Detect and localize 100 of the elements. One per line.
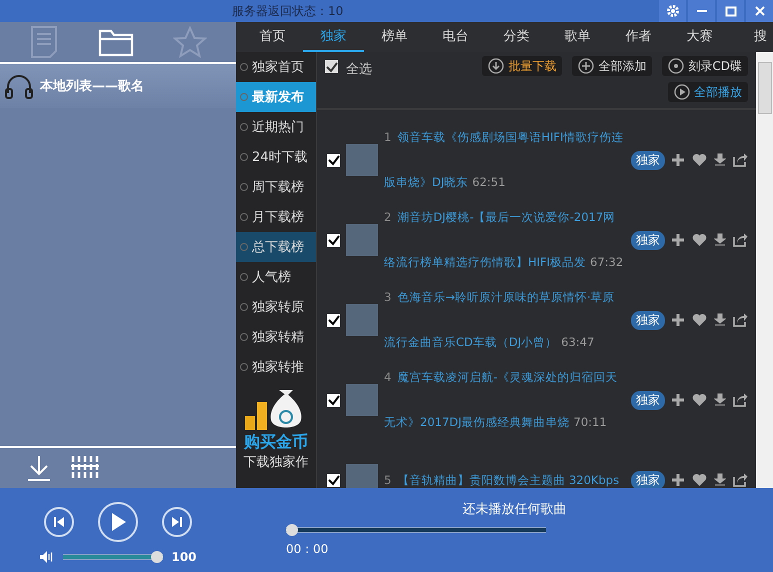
minimize-icon [696,10,706,12]
nav-tab[interactable]: 榜单 [364,22,425,52]
cover-placeholder [346,224,378,256]
slider-thumb[interactable] [151,551,164,563]
add-icon[interactable] [671,233,685,247]
toolbar-button[interactable]: 批量下载 [482,56,562,76]
scrollbar[interactable] [756,52,773,488]
exclusive-tag: 独家 [631,150,665,170]
heart-icon[interactable] [692,313,707,327]
song-checkbox[interactable] [327,394,340,406]
share-icon[interactable] [733,313,748,327]
promo-subtitle: 下载独家作 [244,454,308,471]
song-entry-text[interactable]: 5 【音轨精曲】贵阳数博会主题曲 320Kbps [384,458,624,488]
volume-slider[interactable] [63,551,164,563]
category-item[interactable]: 月下载榜 [236,202,316,232]
song-checkbox[interactable] [327,154,340,166]
previous-icon [52,515,66,529]
download-icon[interactable] [714,393,726,407]
download-icon[interactable] [714,153,726,167]
category-item[interactable]: 周下载榜 [236,172,316,202]
checkmark-icon [328,314,340,326]
download-button[interactable] [26,454,52,482]
category-item[interactable]: 独家转精 [236,322,316,352]
close-button[interactable] [746,0,773,22]
category-item[interactable]: 24时下载 [236,142,316,172]
category-item[interactable]: 独家首页 [236,52,316,82]
toolbar-button[interactable]: 刻录CD碟 [662,56,748,76]
category-item[interactable]: 人气榜 [236,262,316,292]
nav-tab[interactable]: 电台 [425,22,486,52]
share-icon[interactable] [733,233,748,247]
add-icon[interactable] [671,313,685,327]
nav-tab[interactable]: 首页 [242,22,303,52]
download-icon[interactable] [714,313,726,327]
next-icon [170,515,184,529]
checkmark-icon [326,60,338,72]
nav-tab[interactable]: 搜 [730,22,773,52]
folder-icon [98,27,134,57]
cover-placeholder [346,304,378,336]
heart-icon[interactable] [692,153,707,167]
category-item[interactable]: 近期热门 [236,112,316,142]
exclusive-tag: 独家 [631,470,665,488]
nav-tab[interactable]: 作者 [608,22,669,52]
add-icon[interactable] [671,473,685,487]
plus-icon [578,58,594,74]
exclusive-tag: 独家 [631,310,665,330]
previous-button[interactable] [44,507,74,537]
song-checkbox[interactable] [327,474,340,486]
nav-tab[interactable]: 大赛 [669,22,730,52]
add-icon[interactable] [671,153,685,167]
checkmark-icon [328,154,340,166]
share-icon[interactable] [733,153,748,167]
elapsed-time: 00 : 00 [286,542,330,556]
song-checkbox[interactable] [327,234,340,246]
heart-icon[interactable] [692,233,707,247]
download-icon [488,58,504,74]
panel-tab[interactable] [98,27,134,57]
slider-thumb[interactable] [286,524,298,536]
volume-value: 100 [171,550,197,564]
category-item[interactable]: 独家转原 [236,292,316,322]
document-icon [29,25,60,59]
category-item[interactable]: 独家转推 [236,352,316,382]
close-icon [754,5,766,17]
share-icon[interactable] [733,393,748,407]
disc-icon [668,58,684,74]
cover-placeholder [346,144,378,176]
category-item[interactable]: 总下载榜 [236,232,316,262]
minimize-button[interactable] [688,0,715,22]
heart-icon[interactable] [692,473,707,487]
download-icon[interactable] [714,233,726,247]
heart-icon[interactable] [692,393,707,407]
exclusive-tag: 独家 [631,390,665,410]
toolbar-button[interactable]: 全部添加 [572,56,652,76]
toolbar-button[interactable]: 全部播放 [668,82,748,102]
next-button[interactable] [162,507,192,537]
download-icon[interactable] [714,473,726,487]
checkbox[interactable] [325,60,338,73]
now-playing-text: 还未播放任何歌曲 [462,501,566,518]
headphones-icon [4,73,34,99]
star-icon [172,26,207,58]
nav-tab[interactable]: 分类 [486,22,547,52]
settings-button[interactable] [659,0,686,22]
checkmark-icon [328,474,340,486]
add-icon[interactable] [671,393,685,407]
nav-tab[interactable]: 歌单 [547,22,608,52]
checkmark-icon [328,234,340,246]
exclusive-tag: 独家 [631,230,665,250]
maximize-button[interactable] [717,0,744,22]
cover-placeholder [346,464,378,488]
download-icon [26,454,52,482]
buy-coins-link[interactable]: 购买金币 [244,432,308,453]
maximize-icon [724,5,736,17]
select-all-checkbox[interactable]: 全选 [325,56,372,104]
cover-placeholder [346,384,378,416]
server-status-text: 服务器返回状态：10 [232,2,344,20]
progress-slider[interactable] [286,524,546,536]
play-icon [674,84,690,100]
share-icon[interactable] [733,473,748,487]
song-checkbox[interactable] [327,314,340,326]
play-button[interactable] [98,502,138,542]
settings-icon [666,4,680,18]
